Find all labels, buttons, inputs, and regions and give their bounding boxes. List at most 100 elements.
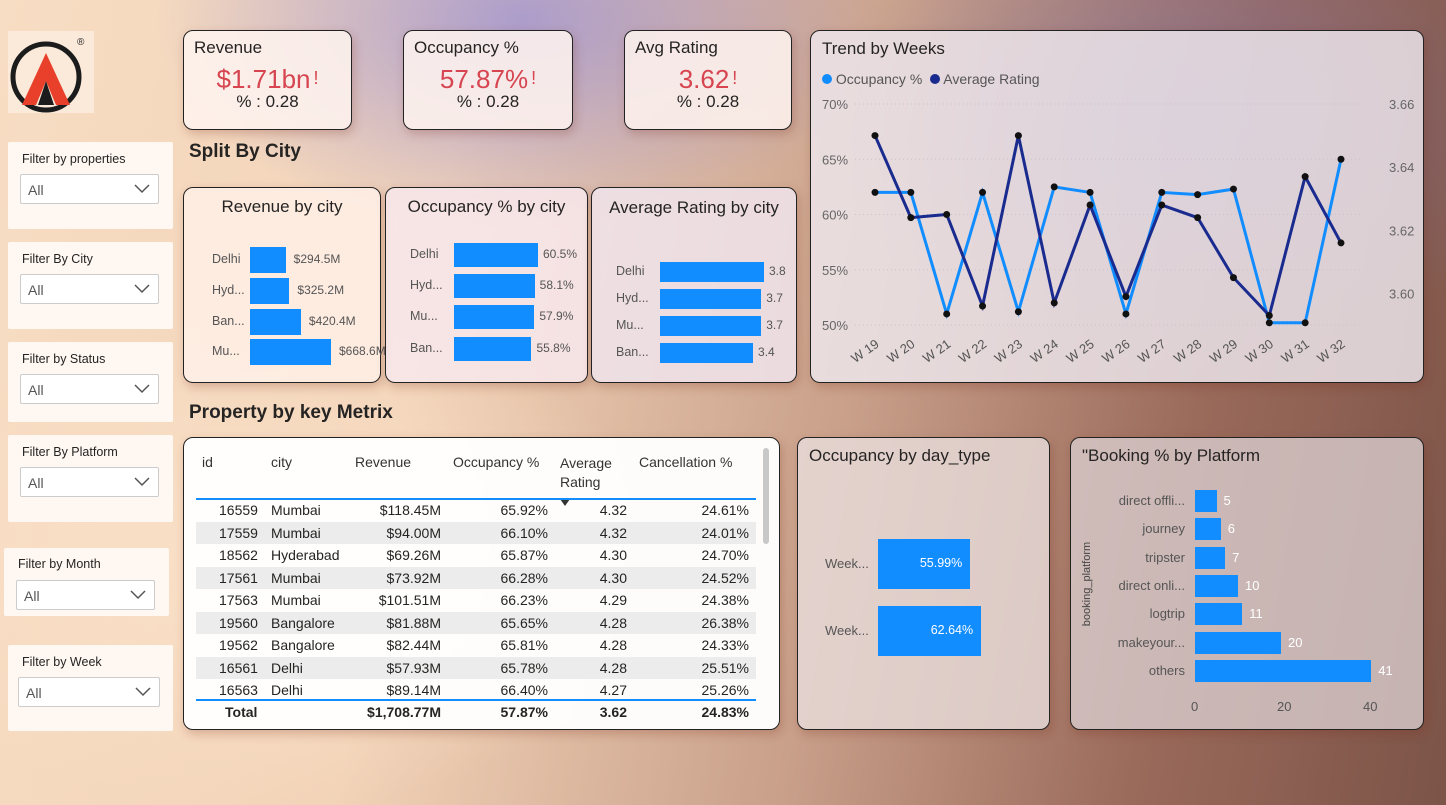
bar[interactable] bbox=[1195, 574, 1238, 597]
data-point bbox=[907, 188, 915, 196]
chart-title: Occupancy % by city bbox=[407, 197, 566, 216]
bar[interactable] bbox=[660, 289, 762, 309]
table-row[interactable]: 16559 Mumbai $118.45M 65.92% 4.32 24.61% bbox=[196, 499, 756, 522]
kpi-value: $1.71bn bbox=[216, 64, 311, 94]
bar[interactable] bbox=[1195, 659, 1372, 682]
filter-label: Filter by Month bbox=[18, 557, 101, 571]
x-tick-label: W 29 bbox=[1207, 336, 1240, 366]
week-dropdown[interactable]: All bbox=[18, 677, 160, 707]
bar[interactable] bbox=[250, 278, 290, 304]
cell-revenue: $118.45M bbox=[379, 502, 441, 518]
trend-by-weeks-chart[interactable]: Trend by Weeks Occupancy % Average Ratin… bbox=[810, 30, 1424, 383]
data-point bbox=[1194, 214, 1202, 222]
cell-cancellation: 25.51% bbox=[701, 659, 749, 676]
x-tick-label: 20 bbox=[1277, 699, 1292, 714]
bar[interactable] bbox=[250, 339, 331, 365]
bar[interactable] bbox=[250, 247, 286, 273]
col-header-id[interactable]: id bbox=[202, 454, 213, 470]
x-tick-label: W 19 bbox=[848, 336, 881, 366]
category-label: Delhi bbox=[212, 252, 241, 266]
occupancy-by-city-chart[interactable]: Occupancy % by city Delhi 60.5% Hyd... 58.1… bbox=[385, 187, 588, 383]
cell-revenue: $73.92M bbox=[386, 569, 441, 586]
col-header-city[interactable]: city bbox=[271, 454, 292, 470]
bar[interactable] bbox=[454, 274, 535, 298]
data-point bbox=[1086, 188, 1094, 196]
x-tick-label: W 26 bbox=[1099, 336, 1132, 366]
city-dropdown[interactable]: All bbox=[20, 274, 159, 304]
data-point bbox=[1301, 319, 1309, 327]
revenue-by-city-chart[interactable]: Revenue by city Delhi $294.5M Hyd... $325.2… bbox=[183, 187, 386, 383]
bar[interactable] bbox=[1195, 518, 1221, 541]
cell-city: Mumbai bbox=[271, 502, 321, 518]
month-dropdown[interactable]: All bbox=[16, 580, 155, 610]
booking-by-platform-chart[interactable]: "Booking % by Platform booking_platform … bbox=[1070, 437, 1424, 730]
table-row[interactable]: 18562 Hyderabad $69.26M 65.87% 4.30 24.70% bbox=[196, 544, 756, 567]
bar[interactable] bbox=[454, 337, 532, 361]
table-row[interactable]: 19560 Bangalore $81.88M 65.65% 4.28 26.38% bbox=[196, 611, 756, 634]
cell-id: 16561 bbox=[219, 659, 258, 676]
trend-plot: 70%65%60%55%50%3.663.643.623.60W 19 W 20 W… bbox=[822, 97, 1414, 366]
data-label: $325.2M bbox=[297, 283, 345, 297]
bar[interactable] bbox=[1195, 603, 1243, 626]
data-point bbox=[943, 211, 951, 218]
alert-icon: ! bbox=[531, 68, 537, 88]
data-point bbox=[1265, 312, 1273, 320]
status-dropdown[interactable]: All bbox=[20, 374, 159, 404]
data-point bbox=[1265, 319, 1273, 327]
platform-dropdown[interactable]: All bbox=[20, 467, 159, 497]
bar[interactable] bbox=[1195, 546, 1226, 569]
col-header-cancellation[interactable]: Cancellation % bbox=[639, 454, 732, 470]
bar[interactable] bbox=[250, 309, 301, 335]
vertical-scrollbar[interactable] bbox=[763, 448, 769, 544]
category-label: Delhi bbox=[616, 264, 645, 278]
col-header-revenue[interactable]: Revenue bbox=[355, 454, 411, 470]
category-label: Week... bbox=[825, 623, 869, 638]
property-metrics-table[interactable]: id city Revenue Occupancy % Average Rati… bbox=[183, 437, 780, 730]
occupancy-line bbox=[875, 158, 1343, 325]
bar[interactable] bbox=[454, 243, 538, 267]
table-row[interactable]: 17563 Mumbai $101.51M 66.23% 4.29 24.38% bbox=[196, 589, 756, 612]
cell-revenue: $89.14M bbox=[386, 682, 441, 698]
section-title-split: Split By City bbox=[189, 141, 301, 162]
occupancy-by-day-type-chart[interactable]: Occupancy by day_type Week... 55.99% Week.… bbox=[797, 437, 1050, 730]
kpi-sub: % : 0.28 bbox=[456, 92, 520, 111]
cell-id: 16559 bbox=[219, 502, 258, 518]
bar[interactable] bbox=[1195, 631, 1281, 654]
filter-label: Filter By Platform bbox=[22, 445, 118, 459]
data-point bbox=[871, 188, 879, 196]
cell-city: Bangalore bbox=[271, 637, 335, 653]
cell-occupancy: 65.65% bbox=[500, 614, 548, 631]
platform-plot: direct offli... 5 journey 6 tripster 7 direct … bbox=[1071, 438, 1423, 729]
rating-by-city-chart[interactable]: Average Rating by city Delhi 3.8 Hyd... 3.7… bbox=[591, 187, 797, 383]
category-label: direct offli... bbox=[1118, 493, 1185, 508]
bar[interactable] bbox=[660, 262, 764, 282]
bar[interactable] bbox=[454, 305, 535, 329]
dropdown-value: All bbox=[28, 382, 44, 398]
cell-occupancy: 66.40% bbox=[500, 682, 548, 698]
data-label: 3.7 bbox=[766, 318, 783, 332]
table-row[interactable]: 19562 Bangalore $82.44M 65.81% 4.28 24.33% bbox=[196, 634, 756, 657]
cell-id: 16563 bbox=[219, 682, 258, 698]
col-header-rating[interactable]: Average Rating bbox=[560, 454, 620, 492]
col-header-occupancy[interactable]: Occupancy % bbox=[453, 454, 539, 470]
table-row[interactable]: 16561 Delhi $57.93M 65.78% 4.28 25.51% bbox=[196, 656, 756, 679]
table-row[interactable]: 17561 Mumbai $73.92M 66.28% 4.30 24.52% bbox=[196, 566, 756, 589]
kpi-value: 57.87% bbox=[439, 64, 529, 94]
y-tick-left: 65% bbox=[822, 152, 848, 167]
properties-dropdown[interactable]: All bbox=[20, 174, 159, 204]
table-row[interactable]: 17559 Mumbai $94.00M 66.10% 4.32 24.01% bbox=[196, 521, 756, 544]
cell-occupancy: 65.78% bbox=[500, 659, 548, 676]
x-tick-label: W 32 bbox=[1314, 336, 1347, 366]
filter-platform: Filter By Platform All bbox=[8, 435, 173, 522]
bar[interactable] bbox=[660, 316, 762, 336]
chevron-down-icon bbox=[135, 687, 151, 697]
bar[interactable] bbox=[660, 343, 754, 363]
x-tick-label: W 20 bbox=[884, 336, 917, 366]
bar[interactable] bbox=[1195, 490, 1217, 512]
total-revenue: $1,708.77M bbox=[367, 704, 441, 720]
section-title-property: Property by key Metrix bbox=[189, 402, 393, 423]
data-label: 3.7 bbox=[766, 291, 783, 305]
cell-cancellation: 26.38% bbox=[701, 614, 749, 631]
category-label: makeyour... bbox=[1117, 634, 1185, 650]
x-tick-label: W 25 bbox=[1063, 336, 1096, 366]
